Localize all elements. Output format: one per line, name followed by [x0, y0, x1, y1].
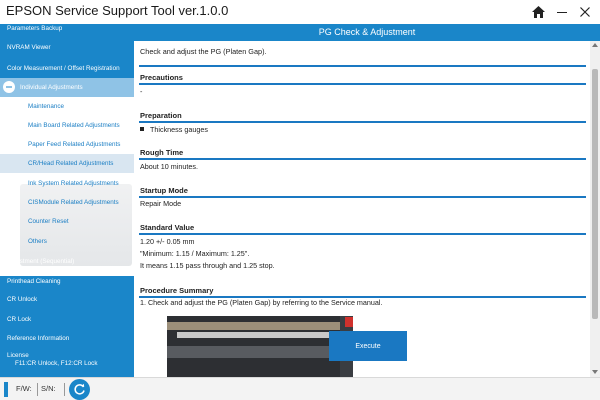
- app-window: EPSON Service Support Tool ver.1.0.0 Par…: [0, 0, 600, 400]
- photo-detail: [167, 346, 353, 358]
- section-divider: [139, 65, 586, 67]
- section-title-precautions: Precautions: [140, 73, 183, 82]
- bullet-icon: [140, 127, 144, 132]
- status-separator: [64, 383, 65, 396]
- section-title-startup-mode: Startup Mode: [140, 186, 188, 195]
- serial-number-label: S/N:: [41, 384, 56, 393]
- section-title-standard-value: Standard Value: [140, 223, 195, 232]
- procedure-step-1: 1. Check and adjust the PG (Platen Gap) …: [140, 298, 383, 307]
- photo-detail: [167, 322, 353, 330]
- sidebar-item-label: CR Lock: [7, 316, 32, 323]
- scroll-thumb[interactable]: [592, 69, 598, 319]
- sidebar-item-nvram-viewer[interactable]: NVRAM Viewer: [0, 38, 134, 57]
- collapse-icon: [3, 81, 15, 93]
- standard-value-line-2: "Minimum: 1.15 / Maximum: 1.25".: [140, 249, 250, 258]
- sidebar-item-label: Ink System Related Adjustments: [28, 180, 119, 187]
- section-divider: [139, 83, 586, 85]
- section-title-rough-time: Rough Time: [140, 148, 184, 157]
- sidebar-item-label: Counter Reset: [28, 218, 69, 225]
- sidebar-item-license[interactable]: License F11:CR Unlock, F12:CR Lock: [0, 350, 134, 374]
- sidebar-item-cr-unlock[interactable]: CR Unlock: [0, 290, 134, 309]
- sidebar-item-maintenance[interactable]: Maintenance: [0, 97, 134, 116]
- page-title: PG Check & Adjustment: [134, 24, 600, 41]
- sidebar: Parameters Backup NVRAM Viewer Color Mea…: [0, 24, 134, 377]
- license-shortcut-hint: F11:CR Unlock, F12:CR Lock: [15, 360, 98, 367]
- sidebar-item-label: Parameters Backup: [7, 25, 63, 32]
- execute-button[interactable]: Execute: [329, 331, 407, 361]
- section-divider: [139, 233, 586, 235]
- refresh-icon: [74, 383, 85, 395]
- standard-value-line-1: 1.20 +/- 0.05 mm: [140, 237, 195, 246]
- procedure-photo-marker: [345, 317, 353, 327]
- procedure-photo: [167, 316, 353, 377]
- sidebar-item-paper-feed[interactable]: Paper Feed Related Adjustments: [0, 135, 134, 154]
- vertical-scrollbar[interactable]: [590, 41, 600, 377]
- sidebar-item-counter-reset[interactable]: Counter Reset: [0, 212, 134, 231]
- sidebar-item-cismodule[interactable]: CISModule Related Adjustments: [0, 193, 134, 212]
- sidebar-item-label: NVRAM Viewer: [7, 44, 51, 51]
- minimize-button[interactable]: [552, 2, 572, 22]
- sidebar-item-individual-adjustments[interactable]: Individual Adjustments: [0, 78, 134, 97]
- sidebar-item-label: Individual Adjustments: [20, 84, 83, 91]
- section-divider: [139, 158, 586, 160]
- sidebar-item-label: Reference Information: [7, 335, 70, 342]
- sidebar-item-label: Main Board Related Adjustments: [28, 122, 120, 129]
- sidebar-item-label: Others: [28, 238, 47, 245]
- scroll-up-arrow-icon[interactable]: [592, 43, 598, 47]
- sidebar-item-label: CR/Head Related Adjustments: [28, 160, 114, 167]
- sidebar-item-label: Maintenance: [28, 103, 65, 110]
- main-content: Check and adjust the PG (Platen Gap). Pr…: [134, 41, 590, 377]
- section-text-rough-time: About 10 minutes.: [140, 162, 198, 171]
- close-button[interactable]: [575, 2, 595, 22]
- close-icon: [580, 7, 590, 17]
- home-button[interactable]: [528, 2, 548, 22]
- firmware-label: F/W:: [16, 384, 32, 393]
- status-separator: [37, 383, 38, 396]
- sidebar-item-label: Paper Feed Related Adjustments: [28, 141, 121, 148]
- title-bar: EPSON Service Support Tool ver.1.0.0: [0, 0, 600, 24]
- sidebar-item-printhead-cleaning[interactable]: Printhead Cleaning: [0, 272, 134, 291]
- sidebar-item-cr-lock[interactable]: CR Lock: [0, 310, 134, 329]
- section-title-procedure-summary: Procedure Summary: [140, 286, 214, 295]
- sidebar-item-label: CISModule Related Adjustments: [28, 199, 119, 206]
- sidebar-item-parameters-backup[interactable]: Parameters Backup: [0, 24, 134, 38]
- home-icon: [531, 6, 545, 18]
- sidebar-item-color-measurement[interactable]: Color Measurement / Offset Registration: [0, 59, 134, 78]
- sidebar-item-main-board[interactable]: Main Board Related Adjustments: [0, 116, 134, 135]
- sidebar-item-ink-system[interactable]: Ink System Related Adjustments: [0, 174, 134, 193]
- sidebar-item-cr-head[interactable]: CR/Head Related Adjustments: [0, 154, 134, 173]
- scroll-down-arrow-icon[interactable]: [592, 370, 598, 374]
- sidebar-item-label: Printhead Cleaning: [7, 278, 61, 285]
- section-text-startup-mode: Repair Mode: [140, 199, 182, 208]
- sidebar-item-reference-information[interactable]: Reference Information: [0, 329, 134, 348]
- app-title: EPSON Service Support Tool ver.1.0.0: [6, 3, 229, 18]
- standard-value-line-3: It means 1.15 pass through and 1.25 stop…: [140, 261, 275, 270]
- section-text-preparation: Thickness gauges: [140, 125, 208, 134]
- photo-detail: [177, 332, 337, 338]
- section-title-preparation: Preparation: [140, 111, 182, 120]
- section-divider: [139, 121, 586, 123]
- sidebar-item-others[interactable]: Others: [0, 232, 134, 251]
- status-bar: F/W: S/N:: [0, 377, 600, 400]
- status-accent: [4, 382, 8, 397]
- sidebar-item-label: CR Unlock: [7, 296, 38, 303]
- section-divider: [139, 196, 586, 198]
- section-text-precautions: -: [140, 87, 143, 96]
- sidebar-item-adjustment-sequential[interactable]: Adjustment (Sequential): [0, 252, 134, 271]
- preparation-item: Thickness gauges: [150, 125, 208, 134]
- sidebar-item-label: Color Measurement / Offset Registration: [7, 65, 120, 72]
- refresh-button[interactable]: [69, 379, 90, 400]
- sidebar-item-label: Adjustment (Sequential): [7, 258, 75, 265]
- intro-text: Check and adjust the PG (Platen Gap).: [140, 47, 267, 56]
- minimize-icon: [557, 12, 567, 13]
- sidebar-item-label: License: [7, 352, 29, 359]
